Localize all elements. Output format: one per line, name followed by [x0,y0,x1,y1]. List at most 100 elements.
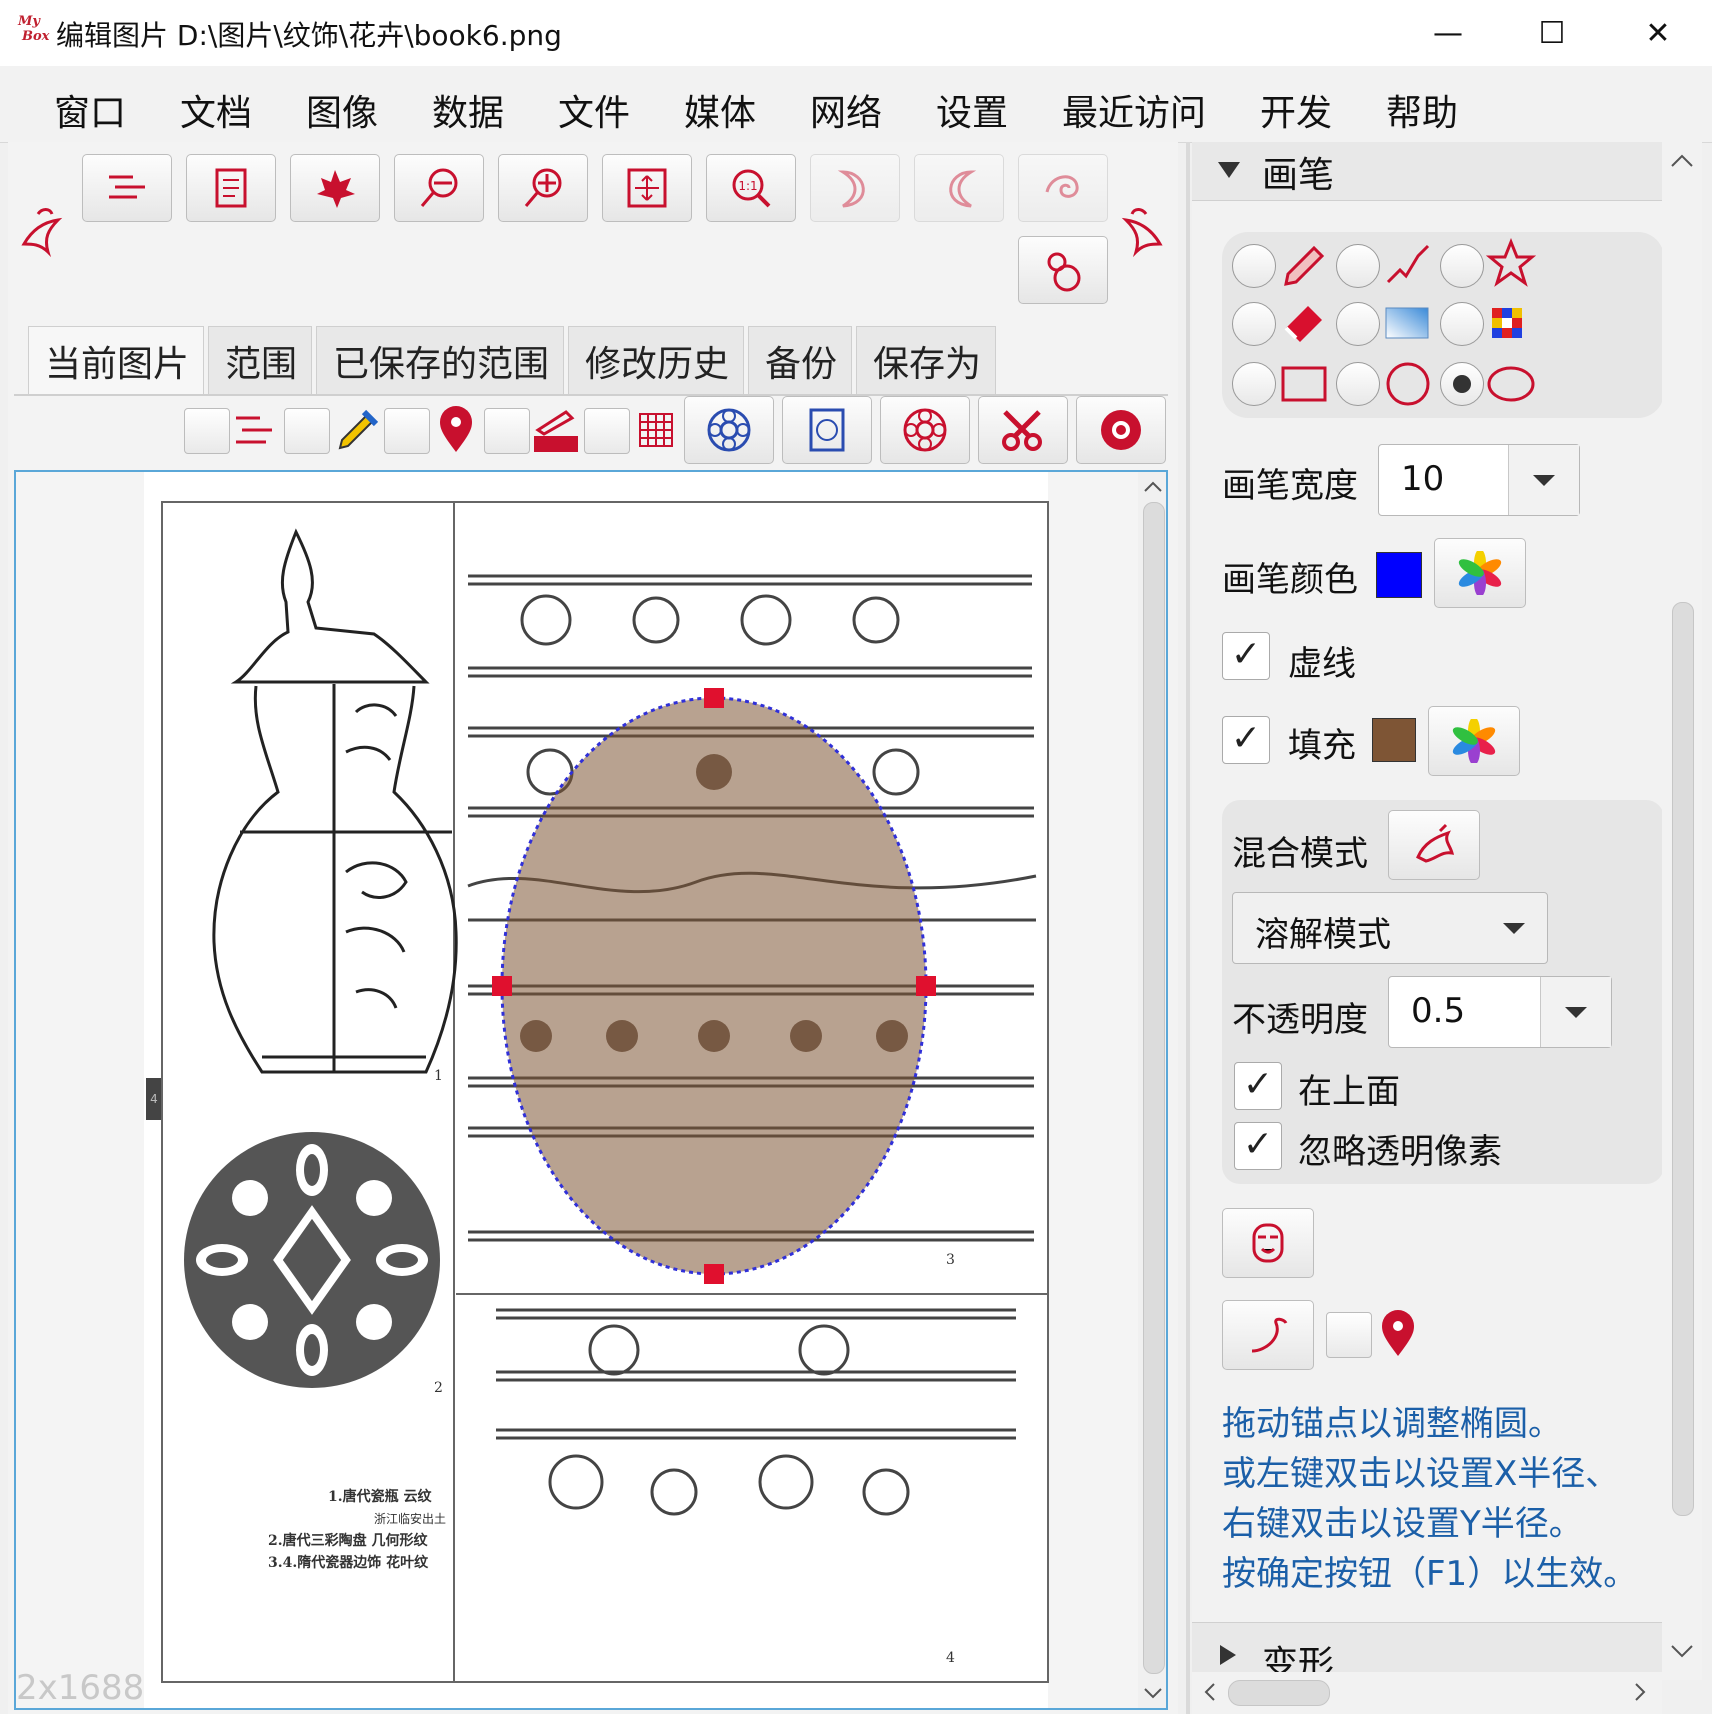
ignore-transparent-checkbox[interactable]: ✓ [1234,1122,1282,1170]
tools-scrollbar[interactable] [1662,142,1702,1680]
menu-image[interactable]: 图像 [306,84,378,136]
fill-checkbox[interactable]: ✓ [1222,716,1270,764]
toggle-options[interactable] [184,408,230,454]
brush-stroke-button[interactable] [1222,1300,1314,1370]
zoom-out-icon [420,168,458,207]
menu-file[interactable]: 文件 [558,84,630,136]
toggle-anchor-points[interactable] [1326,1312,1372,1358]
canvas-scrollbar[interactable] [1138,472,1166,1708]
maple-leaf-button[interactable] [290,154,380,222]
blend-mode-value: 溶解模式 [1255,915,1391,955]
toggle-anchor[interactable] [384,408,430,454]
shape-radio-rectangle[interactable] [1232,362,1276,406]
opacity-label: 不透明度 [1232,1000,1368,1040]
shape-radio-circle[interactable] [1336,362,1380,406]
hint-line-3: 右键双击以设置Y半径。 [1222,1504,1583,1544]
tools-hscroll-thumb[interactable] [1228,1680,1330,1706]
menu-network[interactable]: 网络 [810,84,882,136]
split-divider[interactable] [1186,142,1190,1714]
hint-line-2: 或左键双击以设置X半径、 [1222,1454,1620,1494]
pattern-blue-button[interactable] [684,396,774,464]
swirl-button[interactable] [1018,154,1108,222]
blend-mode-label: 混合模式 [1232,834,1368,874]
flower-button[interactable] [1076,396,1166,464]
menu-recent[interactable]: 最近访问 [1062,84,1206,136]
rotate-left-button[interactable] [914,154,1004,222]
brush-section-title: 画笔 [1262,155,1335,196]
caption-line-3: 2.唐代三彩陶盘 几何形纹 [268,1533,428,1549]
chrysanthemum-icon [1101,410,1141,450]
shape-radio-gradient[interactable] [1336,302,1380,346]
menu-settings[interactable]: 设置 [936,84,1008,136]
shape-radio-polyline[interactable] [1336,244,1380,288]
chevron-down-icon [1503,923,1525,934]
transform-section-header[interactable]: 变形 [1192,1622,1662,1673]
blend-mode-combo[interactable]: 溶解模式 [1232,892,1548,964]
tools-hscrollbar[interactable] [1192,1672,1662,1712]
collapse-icon [1218,162,1240,178]
mask-button[interactable] [1222,1208,1314,1278]
shape-radio-star[interactable] [1440,244,1484,288]
opacity-combo[interactable]: 0.5 [1388,976,1612,1048]
tab-backup[interactable]: 备份 [748,326,852,394]
minimize-button[interactable]: — [1396,0,1500,66]
pattern-square-icon [809,408,845,452]
brush-width-combo[interactable]: 10 [1378,444,1580,516]
menu-help[interactable]: 帮助 [1386,84,1458,136]
zoom-in-button[interactable] [498,154,588,222]
menu-window[interactable]: 窗口 [54,84,126,136]
eyedropper-icon [338,409,378,450]
shape-radio-pen[interactable] [1232,244,1276,288]
dashed-checkbox[interactable]: ✓ [1222,632,1270,680]
image-size-label: 2x1688 [16,1668,145,1708]
scroll-left-icon [1204,1683,1215,1701]
image-canvas[interactable]: 4 1 2 3 4 1.唐代瓷瓶 云纹 浙江临安出土 2.唐代三彩陶盘 几何形纹… [14,470,1168,1710]
tools-scroll-thumb[interactable] [1672,602,1694,1516]
phoenix-icon-left [21,208,63,258]
toggle-pen[interactable] [484,408,530,454]
info-button[interactable] [186,154,276,222]
tab-scope[interactable]: 范围 [208,326,312,394]
tab-saved-scopes[interactable]: 已保存的范围 [316,326,564,394]
menu-develop[interactable]: 开发 [1260,84,1332,136]
gourd-button[interactable] [1018,236,1108,304]
minimize-icon: — [1433,15,1463,51]
ellipse-icon [1487,366,1535,402]
location-pin-icon [1382,1310,1414,1356]
cut-button[interactable] [978,396,1068,464]
shape-radio-mosaic[interactable] [1440,302,1484,346]
menu-document[interactable]: 文档 [180,84,252,136]
actual-size-button[interactable]: 1:1 [706,154,796,222]
close-button[interactable]: ✕ [1606,0,1710,66]
pattern-square-button[interactable] [782,396,872,464]
menu-data[interactable]: 数据 [432,84,504,136]
brush-color-picker-button[interactable] [1434,538,1526,608]
pattern-red-button[interactable] [880,396,970,464]
menu-media[interactable]: 媒体 [684,84,756,136]
canvas-scroll-thumb[interactable] [1143,502,1165,1674]
maximize-icon: ☐ [1538,15,1566,51]
figure-number-3: 3 [946,1252,955,1268]
blend-options-button[interactable] [1388,810,1480,880]
fit-window-button[interactable] [602,154,692,222]
toggle-grid[interactable] [584,408,630,454]
fill-color-swatch[interactable] [1372,718,1416,762]
options-button[interactable] [82,154,172,222]
maximize-button[interactable]: ☐ [1500,0,1604,66]
shape-radio-ellipse[interactable] [1440,362,1484,406]
shape-radio-eraser[interactable] [1232,302,1276,346]
brush-color-swatch[interactable] [1376,552,1422,598]
zoom-out-button[interactable] [394,154,484,222]
brush-width-dropdown[interactable] [1508,445,1579,515]
tab-save-as[interactable]: 保存为 [856,326,996,394]
tab-current-image[interactable]: 当前图片 [28,326,204,394]
opacity-dropdown[interactable] [1540,977,1611,1047]
rotate-right-button[interactable] [810,154,900,222]
caption-line-4: 3.4.隋代瓷器边饰 花叶纹 [268,1555,429,1571]
toggle-color-picker[interactable] [284,408,330,454]
brush-section-header[interactable]: 画笔 [1192,142,1662,201]
fill-color-picker-button[interactable] [1428,706,1520,776]
on-top-checkbox[interactable]: ✓ [1234,1062,1282,1110]
tab-history[interactable]: 修改历史 [568,326,744,394]
color-palette-icon [1452,719,1496,763]
